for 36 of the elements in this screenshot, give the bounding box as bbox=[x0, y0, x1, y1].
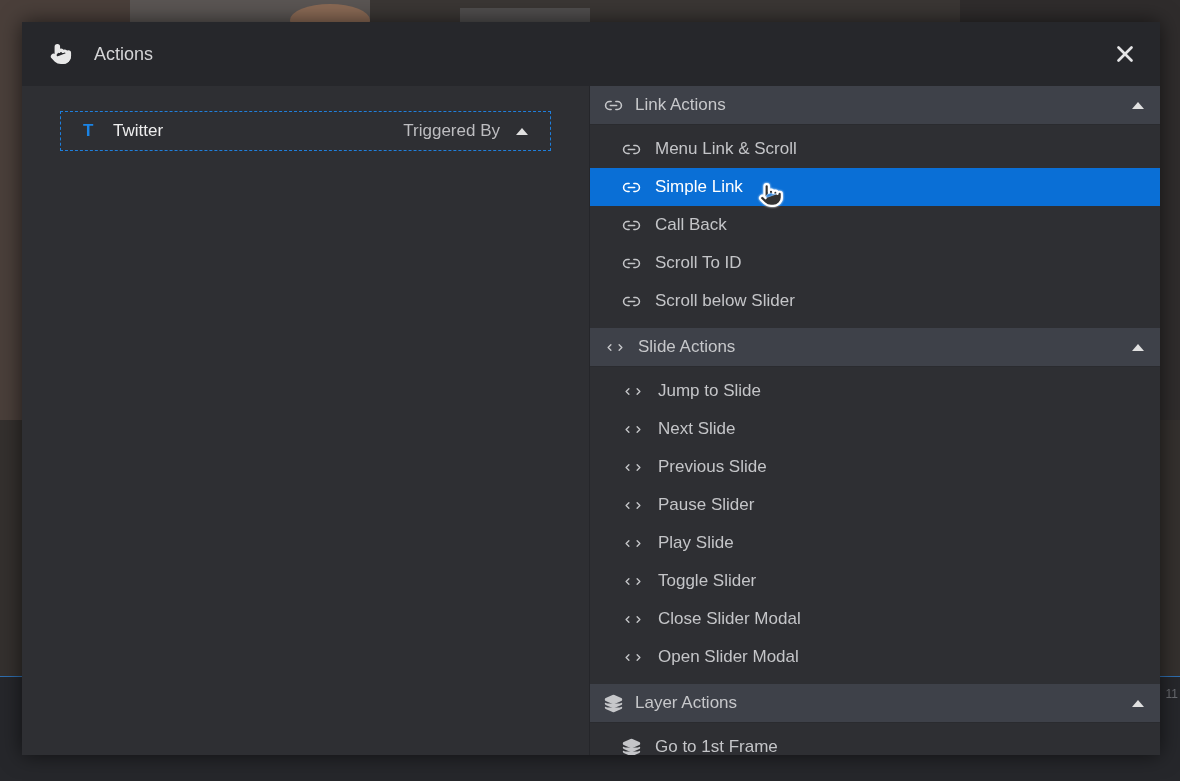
action-item[interactable]: Open Slider Modal bbox=[590, 638, 1160, 676]
group-header[interactable]: Layer Actions bbox=[590, 684, 1160, 723]
action-item[interactable]: Simple Link bbox=[590, 168, 1160, 206]
pointer-cursor-icon bbox=[758, 182, 784, 208]
code-icon bbox=[622, 461, 644, 473]
action-item[interactable]: Menu Link & Scroll bbox=[590, 130, 1160, 168]
action-item[interactable]: Next Slide bbox=[590, 410, 1160, 448]
action-item[interactable]: Previous Slide bbox=[590, 448, 1160, 486]
group-header[interactable]: Slide Actions bbox=[590, 328, 1160, 367]
hand-icon bbox=[50, 43, 72, 65]
layers-icon bbox=[622, 737, 641, 755]
action-item[interactable]: Toggle Slider bbox=[590, 562, 1160, 600]
action-item[interactable]: Play Slide bbox=[590, 524, 1160, 562]
code-icon bbox=[622, 537, 644, 549]
action-item[interactable]: Pause Slider bbox=[590, 486, 1160, 524]
dialog-title: Actions bbox=[94, 43, 155, 65]
action-item[interactable]: Scroll below Slider bbox=[590, 282, 1160, 320]
code-icon bbox=[622, 613, 644, 625]
ruler-label: 11 bbox=[1165, 687, 1179, 701]
layers-icon bbox=[604, 693, 623, 713]
action-item[interactable]: Jump to Slide bbox=[590, 372, 1160, 410]
code-icon bbox=[604, 341, 626, 353]
code-icon bbox=[622, 575, 644, 587]
action-item[interactable]: Close Slider Modal bbox=[590, 600, 1160, 638]
code-icon bbox=[622, 499, 644, 511]
action-item[interactable]: Call Back bbox=[590, 206, 1160, 244]
code-icon bbox=[622, 385, 644, 397]
action-item[interactable]: Go to 1st Frame bbox=[590, 728, 1160, 755]
layer-row[interactable]: T Twitter Triggered By bbox=[60, 111, 551, 151]
text-layer-icon: T bbox=[83, 121, 97, 141]
code-icon bbox=[622, 423, 644, 435]
action-item[interactable]: Scroll To ID bbox=[590, 244, 1160, 282]
code-icon bbox=[622, 651, 644, 663]
group-header[interactable]: Link Actions bbox=[590, 86, 1160, 125]
layer-name: Twitter bbox=[113, 121, 165, 141]
trigger-label: Triggered By bbox=[403, 121, 500, 141]
